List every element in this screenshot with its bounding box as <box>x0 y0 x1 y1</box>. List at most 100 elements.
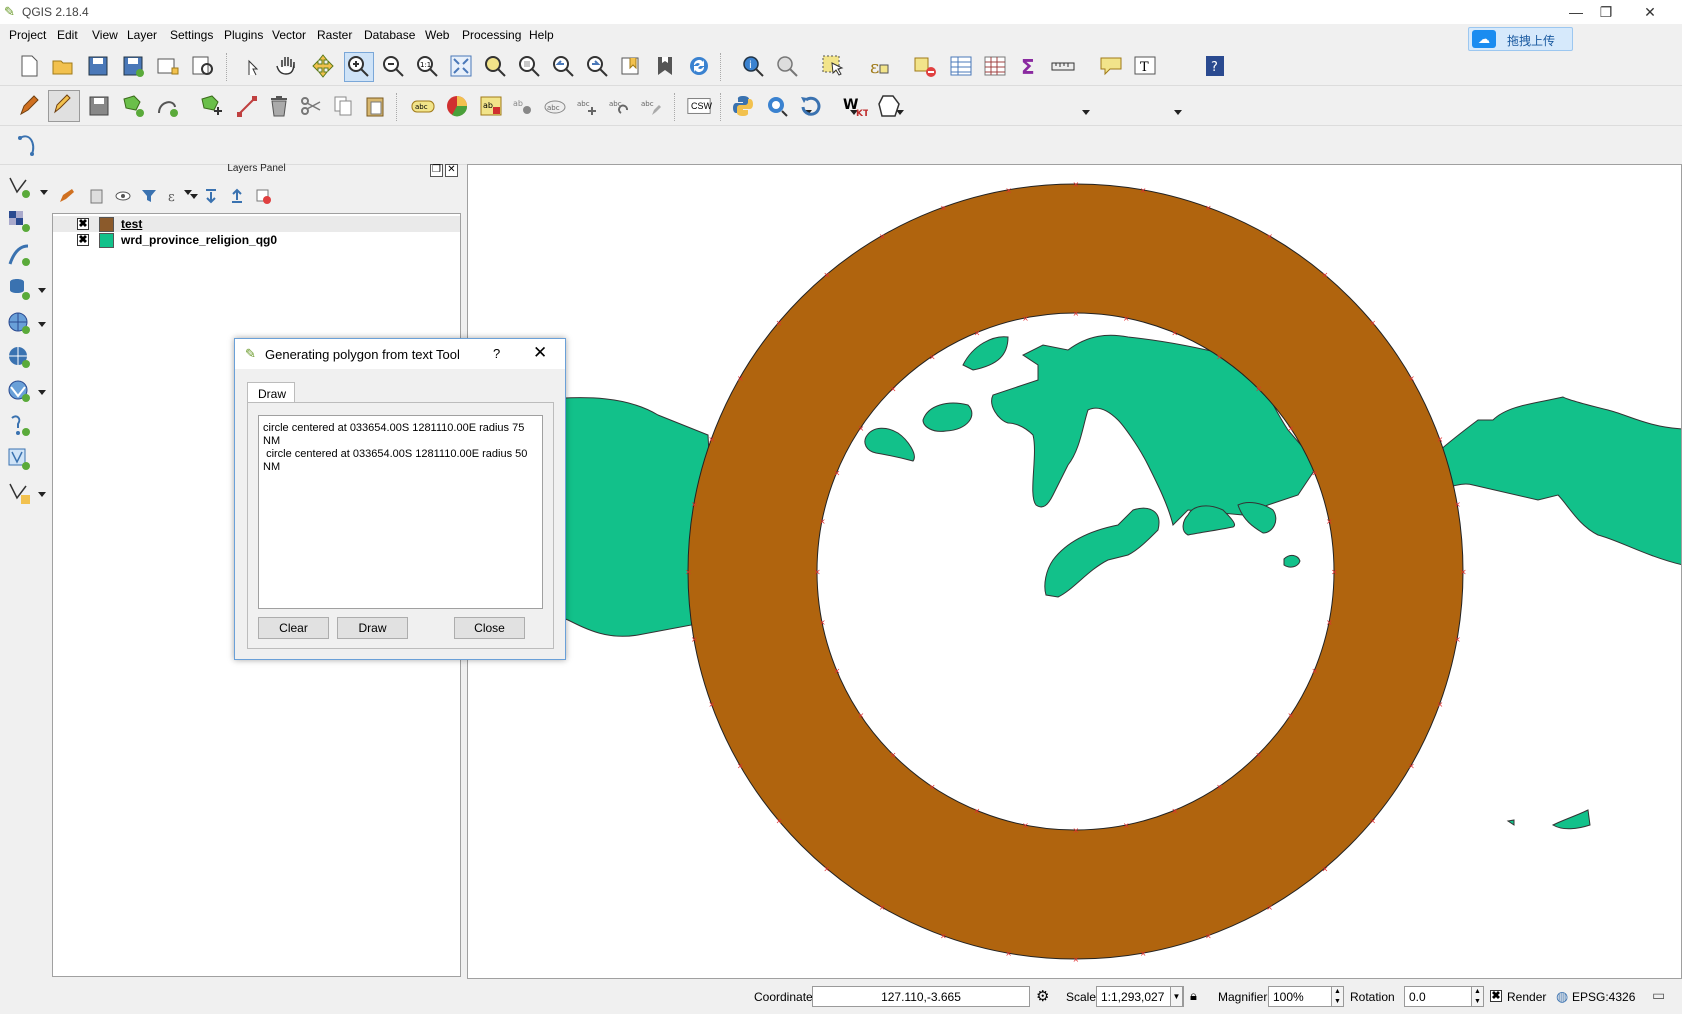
csw-icon[interactable]: CSW <box>686 93 714 119</box>
chevron-down-icon[interactable] <box>38 390 46 395</box>
save-as-icon[interactable] <box>120 53 146 79</box>
tab-draw[interactable]: Draw <box>247 382 295 403</box>
crs-globe-icon[interactable]: ◍ <box>1556 988 1568 1005</box>
new-shapefile-layer-icon[interactable] <box>6 480 32 506</box>
deselect-features-icon[interactable] <box>912 53 938 79</box>
attribute-table-icon[interactable] <box>948 53 974 79</box>
field-calculator-icon[interactable] <box>982 53 1008 79</box>
select-features-icon[interactable] <box>820 53 846 79</box>
undo-redo-icon[interactable] <box>798 93 824 119</box>
select-by-expression-icon[interactable]: ε <box>866 53 892 79</box>
chevron-down-icon[interactable] <box>38 322 46 327</box>
close-button[interactable]: Close <box>454 617 525 639</box>
add-feature-icon[interactable] <box>120 93 146 119</box>
chevron-down-icon[interactable] <box>38 492 46 497</box>
paste-features-icon[interactable] <box>362 93 388 119</box>
dialog-close-x-button[interactable]: ✕ <box>533 343 547 363</box>
lock-scale-icon[interactable]: 🔒︎ <box>1190 988 1197 1004</box>
dialog-help-button[interactable]: ? <box>493 346 500 361</box>
scale-dropdown-icon[interactable]: ▼ <box>1170 986 1183 1007</box>
save-project-icon[interactable] <box>85 53 111 79</box>
highlight-pinned-labels-icon[interactable]: ab <box>478 93 504 119</box>
composer-manager-icon[interactable] <box>190 53 216 79</box>
add-wms-layer-icon[interactable] <box>6 310 32 336</box>
style-manager-icon[interactable] <box>58 187 76 205</box>
filter-legend-icon[interactable] <box>140 187 158 205</box>
layer-visibility-checkbox[interactable]: ✖ <box>77 218 89 230</box>
add-spatialite-layer-icon[interactable] <box>6 242 32 268</box>
curve-tool-icon[interactable] <box>16 132 42 158</box>
show-bookmarks-icon[interactable] <box>652 53 678 79</box>
manage-visibility-icon[interactable] <box>114 187 132 205</box>
text-annotation-icon[interactable]: T <box>1132 53 1158 79</box>
draw-button[interactable]: Draw <box>337 617 408 639</box>
clear-button[interactable]: Clear <box>258 617 329 639</box>
measure-line-icon[interactable] <box>1050 53 1076 79</box>
close-window-button[interactable]: ✕ <box>1630 2 1670 22</box>
zoom-native-icon[interactable]: 1:1 <box>414 53 440 79</box>
move-label-icon[interactable]: abc <box>574 93 600 119</box>
delete-selected-icon[interactable] <box>266 93 292 119</box>
layer-visibility-checkbox[interactable]: ✖ <box>77 234 89 246</box>
new-project-icon[interactable] <box>16 53 42 79</box>
add-virtual-layer-icon[interactable] <box>6 446 32 472</box>
menu-project[interactable]: Project <box>9 28 46 42</box>
menu-raster[interactable]: Raster <box>317 28 352 42</box>
add-wfs-layer-icon[interactable] <box>6 344 32 370</box>
add-circular-string-icon[interactable] <box>154 93 180 119</box>
pin-labels-icon[interactable]: ab <box>510 93 536 119</box>
show-hide-labels-icon[interactable]: abc <box>542 93 568 119</box>
help-icon[interactable]: ? <box>1202 53 1228 79</box>
refresh-icon[interactable] <box>686 53 712 79</box>
node-tool-icon[interactable] <box>234 93 260 119</box>
chevron-down-icon[interactable] <box>190 194 198 199</box>
statistics-sigma-icon[interactable]: Σ <box>1016 53 1042 79</box>
coordinate-field[interactable]: 127.110,-3.665 <box>812 986 1030 1007</box>
menu-vector[interactable]: Vector <box>272 28 306 42</box>
magnifier-spin-icon[interactable]: ▲ ▼ <box>1331 986 1344 1007</box>
expand-all-icon[interactable] <box>202 187 220 205</box>
crs-status[interactable]: EPSG:4326 <box>1572 990 1635 1004</box>
messages-icon[interactable]: ▭ <box>1652 987 1665 1004</box>
cut-features-icon[interactable] <box>298 93 324 119</box>
rotate-label-icon[interactable]: abc <box>606 93 632 119</box>
add-postgis-layer-icon[interactable] <box>6 276 32 302</box>
add-vector-layer-icon[interactable] <box>6 174 32 200</box>
change-label-icon[interactable]: abc <box>638 93 664 119</box>
add-group-icon[interactable] <box>88 187 106 205</box>
copy-features-icon[interactable] <box>330 93 356 119</box>
magnifier-field[interactable]: 100% <box>1268 986 1332 1007</box>
current-edits-icon[interactable] <box>16 93 42 119</box>
menu-view[interactable]: View <box>92 28 118 42</box>
add-wcs-layer-icon[interactable] <box>6 378 32 404</box>
map-tips-icon[interactable] <box>1098 53 1124 79</box>
metasearch-icon[interactable] <box>764 93 790 119</box>
remove-layer-icon[interactable] <box>254 187 272 205</box>
menu-layer[interactable]: Layer <box>127 28 157 42</box>
run-feature-action-icon[interactable] <box>774 53 800 79</box>
menu-web[interactable]: Web <box>425 28 449 42</box>
menu-settings[interactable]: Settings <box>170 28 213 42</box>
menu-processing[interactable]: Processing <box>462 28 521 42</box>
save-layer-edits-icon[interactable] <box>86 93 112 119</box>
rotation-spin-icon[interactable]: ▲ ▼ <box>1471 986 1484 1007</box>
label-abc-icon[interactable]: abc <box>410 93 436 119</box>
toggle-editing-icon[interactable] <box>48 90 80 122</box>
rotation-field[interactable]: 0.0 <box>1404 986 1472 1007</box>
add-delimited-text-icon[interactable] <box>6 412 32 438</box>
polygon-text-input[interactable]: circle centered at 033654.00S 1281110.00… <box>258 415 543 609</box>
identify-features-icon[interactable]: i <box>740 53 766 79</box>
restore-button[interactable]: ❐ <box>1586 2 1626 22</box>
map-canvas[interactable]: × × × × × × × × × × × × × × × × × × × × × × × × × × × × × × × × × × × × × × × ×… <box>467 164 1682 979</box>
layer-row-test[interactable]: ✖ test <box>53 216 460 232</box>
menu-edit[interactable]: Edit <box>57 28 78 42</box>
zoom-full-icon[interactable] <box>448 53 474 79</box>
move-feature-icon[interactable] <box>198 93 224 119</box>
new-bookmark-icon[interactable] <box>618 53 644 79</box>
zoom-last-icon[interactable] <box>550 53 576 79</box>
python-console-icon[interactable] <box>730 93 756 119</box>
new-print-composer-icon[interactable] <box>155 53 181 79</box>
polygon-from-text-icon[interactable] <box>876 93 902 119</box>
pan-to-selection-icon[interactable] <box>310 53 336 79</box>
zoom-to-selection-icon[interactable] <box>482 53 508 79</box>
